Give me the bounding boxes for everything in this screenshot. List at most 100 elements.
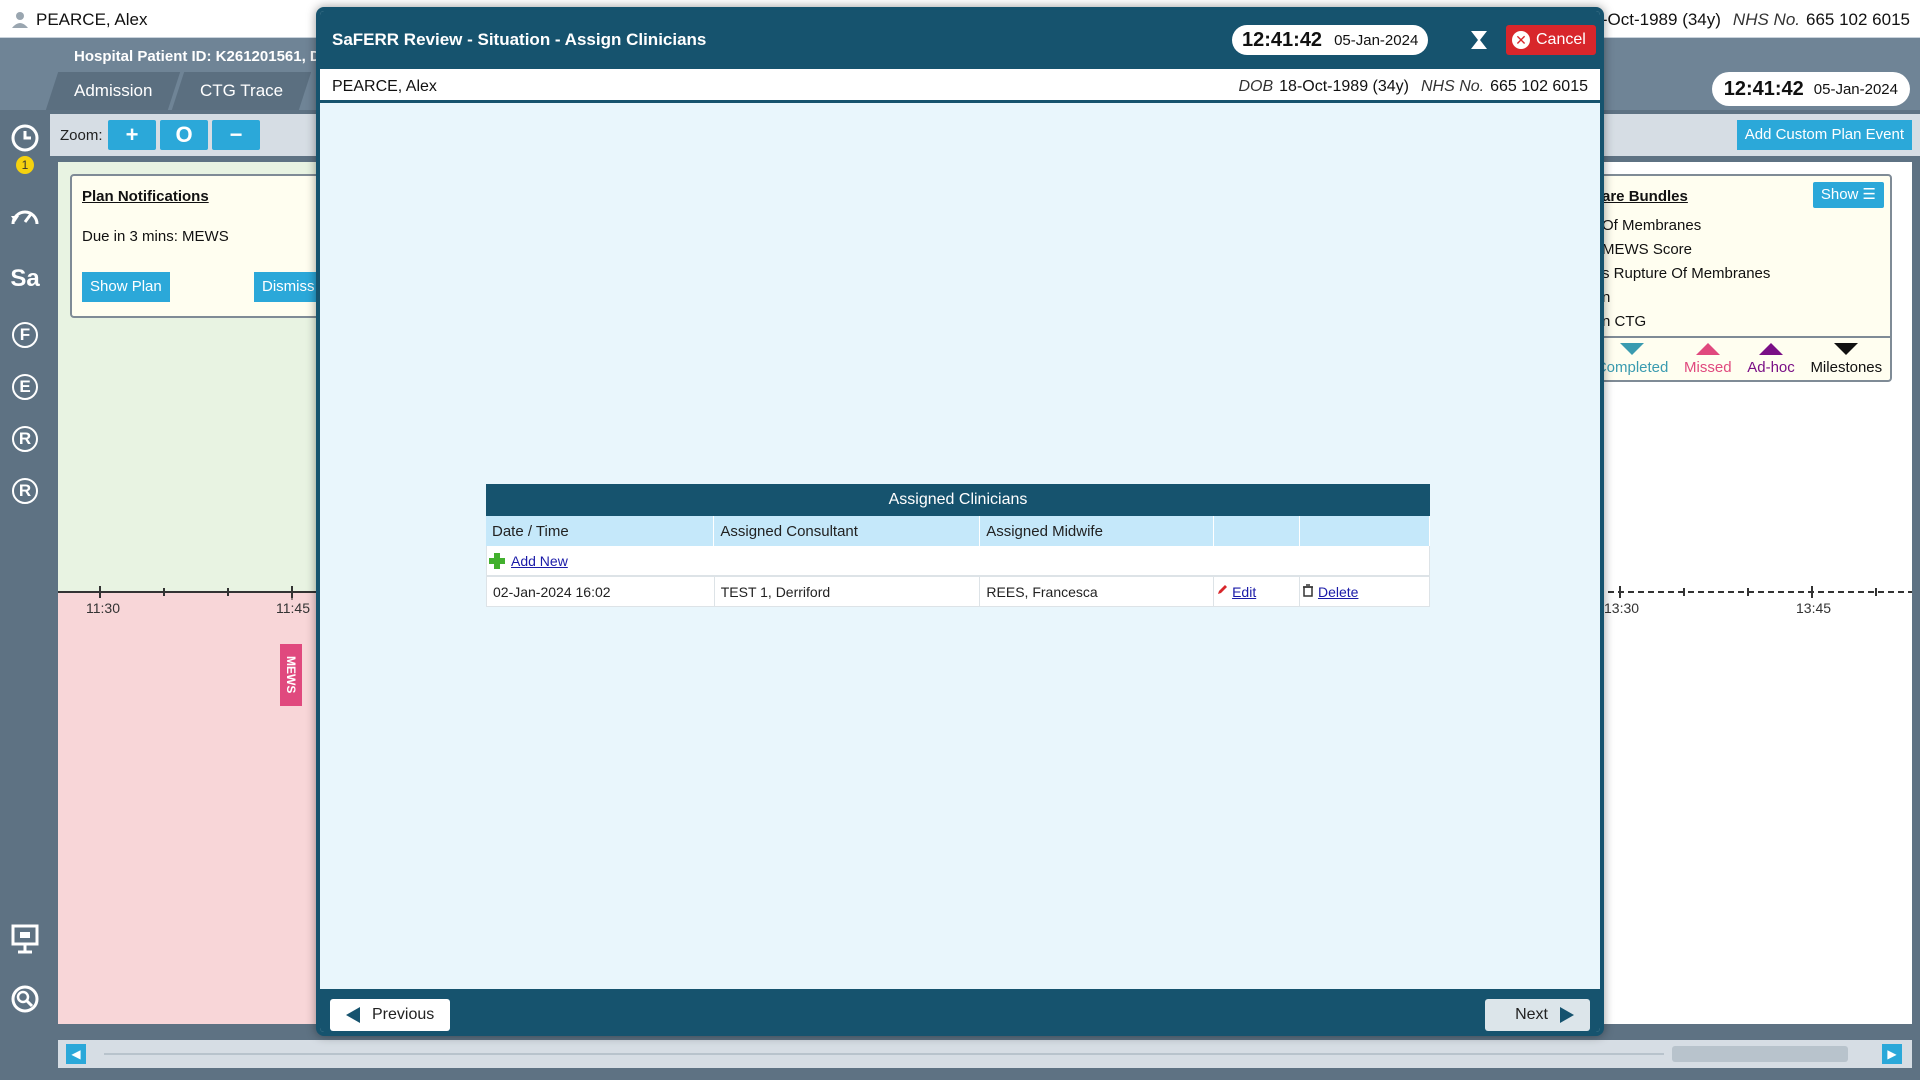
show-plan-button[interactable]: Show Plan bbox=[82, 272, 170, 302]
zoom-in-button[interactable]: + bbox=[108, 120, 156, 150]
zoom-out-button[interactable]: − bbox=[212, 120, 260, 150]
column-header-edit bbox=[1213, 516, 1301, 546]
completed-triangle-icon bbox=[1620, 343, 1645, 355]
cell-edit: Edit bbox=[1213, 576, 1301, 607]
alarm-clock-icon[interactable] bbox=[8, 120, 42, 154]
legend-adhoc: Ad-hoc bbox=[1747, 338, 1795, 380]
column-header-delete bbox=[1299, 516, 1430, 546]
history-gauge-icon[interactable] bbox=[8, 200, 42, 234]
previous-button[interactable]: Previous bbox=[330, 999, 451, 1031]
search-icon[interactable] bbox=[8, 982, 42, 1016]
hospital-patient-id: Hospital Patient ID: K261201561, De bbox=[74, 48, 330, 65]
edit-link[interactable]: Edit bbox=[1232, 584, 1256, 600]
care-bundles-panel: are Bundles Show ☰ Of Membranes MEWS Sco… bbox=[1586, 174, 1892, 382]
legend-label: Missed bbox=[1684, 359, 1732, 376]
clock-date: 05-Jan-2024 bbox=[1813, 80, 1898, 98]
pencil-icon bbox=[1218, 584, 1228, 594]
tab-label: CTG Trace bbox=[200, 81, 284, 100]
tick-label: 11:45 bbox=[276, 600, 310, 616]
hourglass-filter-icon[interactable] bbox=[1468, 29, 1490, 51]
sidebar-item-e[interactable]: E bbox=[12, 374, 38, 400]
clinicians-table-body: 02-Jan-2024 16:02 TEST 1, Derriford REES… bbox=[486, 576, 1430, 607]
clock-time: 12:41:42 bbox=[1723, 77, 1804, 100]
nhs-label: NHS No. bbox=[1421, 78, 1485, 95]
legend-missed: Missed bbox=[1684, 338, 1732, 380]
patient-name: PEARCE, Alex bbox=[332, 78, 437, 95]
patient-dob: 18-Oct-1989 (34y) bbox=[1279, 78, 1409, 95]
sidebar-item-sa[interactable]: Sa bbox=[8, 262, 42, 296]
tab-ctg-trace[interactable]: CTG Trace bbox=[172, 72, 312, 110]
notification-badge: 1 bbox=[16, 156, 34, 174]
scroll-thumb[interactable] bbox=[1672, 1046, 1848, 1062]
missed-triangle-icon bbox=[1695, 343, 1720, 355]
clinicians-table: Date / Time Assigned Consultant Assigned… bbox=[486, 516, 1430, 546]
next-label: Next bbox=[1515, 1006, 1548, 1023]
add-plus-icon[interactable] bbox=[489, 552, 505, 569]
add-new-row: Add New bbox=[486, 546, 1430, 576]
tick-label: 11:30 bbox=[86, 600, 120, 616]
main-clock: 12:41:42 05-Jan-2024 bbox=[1711, 72, 1910, 106]
list-item[interactable]: n CTG bbox=[1602, 310, 1770, 334]
patient-icon bbox=[12, 12, 28, 28]
dialog-patient-bar: PEARCE, Alex DOB 18-Oct-1989 (34y) NHS No.… bbox=[320, 69, 1600, 103]
grid-title: Assigned Clinicians bbox=[486, 484, 1430, 516]
dialog-header: SaFERR Review - Situation - Assign Clini… bbox=[320, 11, 1600, 69]
add-custom-plan-event-button[interactable]: Add Custom Plan Event bbox=[1736, 120, 1912, 150]
column-header-datetime[interactable]: Date / Time bbox=[486, 516, 715, 546]
add-new-link[interactable]: Add New bbox=[511, 553, 568, 569]
zoom-label: Zoom: bbox=[60, 127, 103, 144]
plan-notifications-panel: Plan Notifications Due in 3 mins: MEWS S… bbox=[70, 174, 330, 318]
cell-datetime: 02-Jan-2024 16:02 bbox=[486, 576, 715, 607]
presentation-icon[interactable] bbox=[8, 922, 42, 956]
legend-label: Completed bbox=[1595, 359, 1669, 376]
close-icon: ✕ bbox=[1512, 31, 1530, 49]
list-item[interactable]: n bbox=[1602, 286, 1770, 310]
care-bundles-title: are Bundles bbox=[1602, 188, 1688, 205]
mews-event-tag[interactable]: MEWS bbox=[280, 644, 302, 706]
zoom-reset-button[interactable]: O bbox=[160, 120, 208, 150]
dialog-footer: Previous Next bbox=[320, 989, 1600, 1032]
scroll-left-icon[interactable]: ◀ bbox=[66, 1044, 86, 1064]
event-legend: Completed Missed Ad-hoc Milestones bbox=[1588, 336, 1890, 380]
assigned-clinicians-grid: Assigned Clinicians Date / Time Assigned… bbox=[486, 484, 1430, 607]
cancel-label: Cancel bbox=[1536, 31, 1586, 48]
milestone-triangle-icon bbox=[1834, 343, 1859, 355]
clock-date: 05-Jan-2024 bbox=[1334, 31, 1419, 49]
arrow-left-icon bbox=[346, 1007, 360, 1023]
list-item[interactable]: Of Membranes bbox=[1602, 214, 1770, 238]
legend-label: Ad-hoc bbox=[1747, 359, 1795, 376]
tick-label: 13:45 bbox=[1796, 600, 1832, 616]
dismiss-button[interactable]: Dismiss bbox=[254, 272, 323, 302]
cell-consultant: TEST 1, Derriford bbox=[713, 576, 981, 607]
dialog-clock: 12:41:42 05-Jan-2024 bbox=[1232, 25, 1429, 55]
next-button[interactable]: Next bbox=[1485, 999, 1590, 1031]
patient-demographics: 18-Oct-1989 (34y) NHS No. 665 102 6015 bbox=[1583, 10, 1910, 30]
horizontal-scrollbar[interactable]: ◀ ▶ bbox=[58, 1040, 1912, 1068]
tab-admission[interactable]: Admission bbox=[45, 72, 181, 110]
delete-link[interactable]: Delete bbox=[1318, 584, 1358, 600]
dialog-title: SaFERR Review - Situation - Assign Clini… bbox=[332, 30, 707, 49]
table-row: 02-Jan-2024 16:02 TEST 1, Derriford REES… bbox=[486, 576, 1430, 607]
list-item[interactable]: s Rupture Of Membranes bbox=[1602, 262, 1770, 286]
table-header-row: Date / Time Assigned Consultant Assigned… bbox=[486, 516, 1430, 546]
cancel-button[interactable]: ✕ Cancel bbox=[1506, 25, 1596, 55]
sidebar-item-r1[interactable]: R bbox=[12, 426, 38, 452]
tick-label: 13:30 bbox=[1604, 600, 1640, 616]
clock-time: 12:41:42 bbox=[1242, 28, 1323, 51]
arrow-right-icon bbox=[1560, 1007, 1574, 1023]
list-item[interactable]: MEWS Score bbox=[1602, 238, 1770, 262]
plan-notifications-title: Plan Notifications bbox=[82, 188, 209, 205]
nhs-number: 665 102 6015 bbox=[1490, 78, 1588, 95]
saferr-review-dialog: SaFERR Review - Situation - Assign Clini… bbox=[316, 7, 1604, 1036]
main-tabs: Admission CTG Trace bbox=[45, 72, 312, 110]
sidebar-item-r2[interactable]: R bbox=[12, 478, 38, 504]
cell-midwife: REES, Francesca bbox=[979, 576, 1215, 607]
scroll-right-icon[interactable]: ▶ bbox=[1882, 1044, 1902, 1064]
nhs-number: 665 102 6015 bbox=[1806, 10, 1910, 29]
column-header-consultant[interactable]: Assigned Consultant bbox=[713, 516, 981, 546]
sidebar-item-f[interactable]: F bbox=[12, 322, 38, 348]
column-header-midwife[interactable]: Assigned Midwife bbox=[979, 516, 1215, 546]
show-bundles-button[interactable]: Show ☰ bbox=[1812, 182, 1884, 208]
care-bundle-list: Of Membranes MEWS Score s Rupture Of Mem… bbox=[1602, 214, 1770, 334]
scroll-track bbox=[104, 1053, 1664, 1055]
